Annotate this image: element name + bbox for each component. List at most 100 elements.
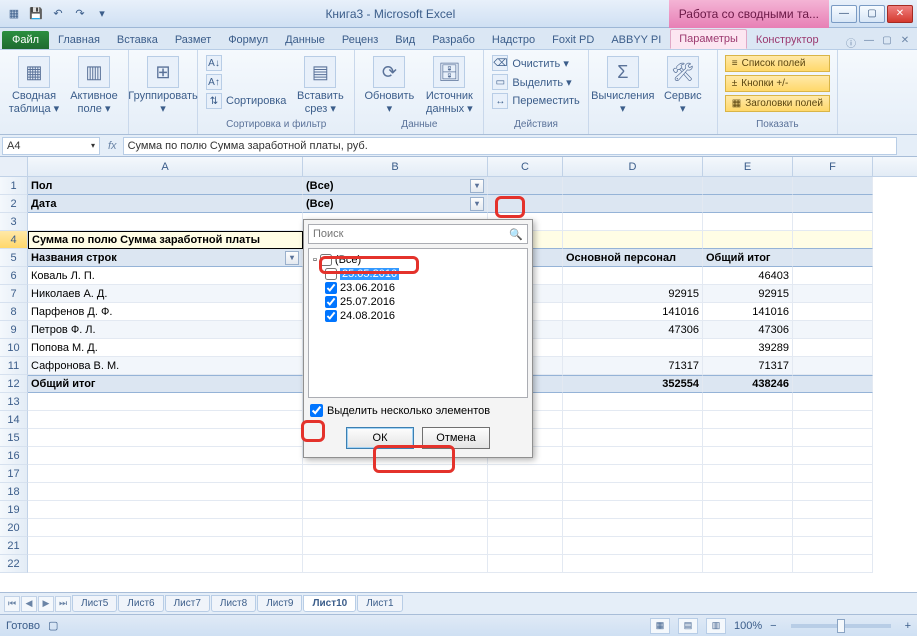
row-19[interactable]: 19 [0, 501, 28, 519]
datasource-button[interactable]: 🗄Источник данных ▾ [421, 54, 477, 117]
clear-button[interactable]: ⌫Очистить ▾ [490, 54, 581, 72]
sheet-nav-next[interactable]: ▶ [38, 596, 54, 612]
cancel-button[interactable]: Отмена [422, 427, 490, 449]
sort-desc-button[interactable]: A↑ [204, 73, 288, 91]
row-17[interactable]: 17 [0, 465, 28, 483]
cell-A4[interactable]: Сумма по полю Сумма заработной платы [28, 231, 303, 249]
col-B[interactable]: B [303, 157, 488, 176]
collapse-icon[interactable]: ▫ [313, 254, 317, 266]
checkbox-0[interactable] [325, 268, 337, 280]
cell-B1[interactable]: (Все)▾ [303, 177, 488, 195]
row-20[interactable]: 20 [0, 519, 28, 537]
sheet-nav-prev[interactable]: ◀ [21, 596, 37, 612]
checkbox-2[interactable] [325, 296, 337, 308]
filter-search[interactable]: 🔍 [308, 224, 528, 244]
tab-developer[interactable]: Разрабо [424, 31, 483, 49]
row-13[interactable]: 13 [0, 393, 28, 411]
select-button[interactable]: ▭Выделить ▾ [490, 73, 581, 91]
row-10[interactable]: 10 [0, 339, 28, 357]
col-C[interactable]: C [488, 157, 563, 176]
view-normal-button[interactable]: ▦ [650, 618, 670, 634]
tab-abbyy[interactable]: ABBYY PI [603, 31, 669, 49]
formula-bar[interactable]: Сумма по полю Сумма заработной платы, ру… [123, 137, 897, 155]
col-A[interactable]: A [28, 157, 303, 176]
col-D[interactable]: D [563, 157, 703, 176]
rowlabels-dropdown-icon[interactable]: ▾ [285, 251, 299, 265]
tree-item-1[interactable]: 23.06.2016 [313, 281, 523, 295]
sheet-tab[interactable]: Лист7 [165, 595, 210, 612]
zoom-in-button[interactable]: + [905, 620, 911, 632]
row-2[interactable]: 2 [0, 195, 28, 213]
sheet-nav-first[interactable]: ⏮ [4, 596, 20, 612]
filter-tree[interactable]: ▫(Все) 25.05.2016 23.06.2016 25.07.2016 … [308, 248, 528, 398]
sheet-tab[interactable]: Лист5 [72, 595, 117, 612]
checkbox-all[interactable] [320, 254, 332, 266]
filter-search-input[interactable] [313, 228, 509, 240]
sheet-nav-last[interactable]: ⏭ [55, 596, 71, 612]
minimize-button[interactable]: — [831, 5, 857, 23]
row-21[interactable]: 21 [0, 537, 28, 555]
qat-more-icon[interactable]: ▾ [92, 4, 112, 24]
ribbon-help-icon[interactable]: ⓘ [843, 35, 859, 49]
tab-formulas[interactable]: Формул [220, 31, 276, 49]
cell-A1[interactable]: Пол [28, 177, 303, 195]
tab-home[interactable]: Главная [50, 31, 108, 49]
checkbox-3[interactable] [325, 310, 337, 322]
row-12[interactable]: 12 [0, 375, 28, 393]
sheet-tab[interactable]: Лист9 [257, 595, 302, 612]
row-3[interactable]: 3 [0, 213, 28, 231]
zoom-thumb[interactable] [837, 619, 845, 633]
view-pagebreak-button[interactable]: ▥ [706, 618, 726, 634]
row-16[interactable]: 16 [0, 447, 28, 465]
row-14[interactable]: 14 [0, 411, 28, 429]
close-button[interactable]: ✕ [887, 5, 913, 23]
col-E[interactable]: E [703, 157, 793, 176]
group-button[interactable]: ⊞Группировать ▾ [135, 54, 191, 117]
multi-select-row[interactable]: Выделить несколько элементов [308, 398, 528, 423]
redo-icon[interactable]: ↷ [70, 4, 90, 24]
refresh-button[interactable]: ⟳Обновить ▾ [361, 54, 417, 117]
sheet-tab[interactable]: Лист1 [357, 595, 402, 612]
sheet-tab[interactable]: Лист8 [211, 595, 256, 612]
zoom-slider[interactable] [791, 624, 891, 628]
cell-A2[interactable]: Дата [28, 195, 303, 213]
tab-view[interactable]: Вид [387, 31, 423, 49]
tab-pivot-options[interactable]: Параметры [670, 29, 747, 49]
ok-button[interactable]: ОК [346, 427, 414, 449]
tab-pivot-design[interactable]: Конструктор [748, 31, 827, 49]
active-field-button[interactable]: ▥Активное поле ▾ [66, 54, 122, 117]
fx-icon[interactable]: fx [102, 140, 123, 152]
row-7[interactable]: 7 [0, 285, 28, 303]
select-all-corner[interactable] [0, 157, 28, 176]
zoom-out-button[interactable]: − [770, 620, 776, 632]
file-tab[interactable]: Файл [2, 31, 49, 49]
tree-item-2[interactable]: 25.07.2016 [313, 295, 523, 309]
doc-restore-icon[interactable]: ▢ [879, 35, 895, 49]
tree-item-all[interactable]: ▫(Все) [313, 253, 523, 267]
tree-item-0[interactable]: 25.05.2016 [313, 267, 523, 281]
multi-select-checkbox[interactable] [310, 404, 323, 417]
doc-minimize-icon[interactable]: — [861, 35, 877, 49]
maximize-button[interactable]: ▢ [859, 5, 885, 23]
name-box[interactable]: A4▾ [2, 137, 100, 155]
doc-close-icon[interactable]: ✕ [897, 35, 913, 49]
sort-button[interactable]: ⇅Сортировка [204, 92, 288, 110]
insert-slicer-button[interactable]: ▤Вставить срез ▾ [292, 54, 348, 117]
tab-addins[interactable]: Надстро [484, 31, 543, 49]
row-22[interactable]: 22 [0, 555, 28, 573]
row-11[interactable]: 11 [0, 357, 28, 375]
chevron-down-icon[interactable]: ▾ [91, 141, 95, 150]
cell-A5[interactable]: Названия строк▾ [28, 249, 303, 267]
save-icon[interactable]: 💾 [26, 4, 46, 24]
undo-icon[interactable]: ↶ [48, 4, 68, 24]
row-5[interactable]: 5 [0, 249, 28, 267]
row-15[interactable]: 15 [0, 429, 28, 447]
row-8[interactable]: 8 [0, 303, 28, 321]
tab-data[interactable]: Данные [277, 31, 333, 49]
sort-asc-button[interactable]: A↓ [204, 54, 288, 72]
sheet-tab-active[interactable]: Лист10 [303, 595, 356, 612]
row-6[interactable]: 6 [0, 267, 28, 285]
tab-layout[interactable]: Размет [167, 31, 219, 49]
tools-button[interactable]: 🛠Сервис ▾ [655, 54, 711, 117]
cell-B2[interactable]: (Все)▾ [303, 195, 488, 213]
